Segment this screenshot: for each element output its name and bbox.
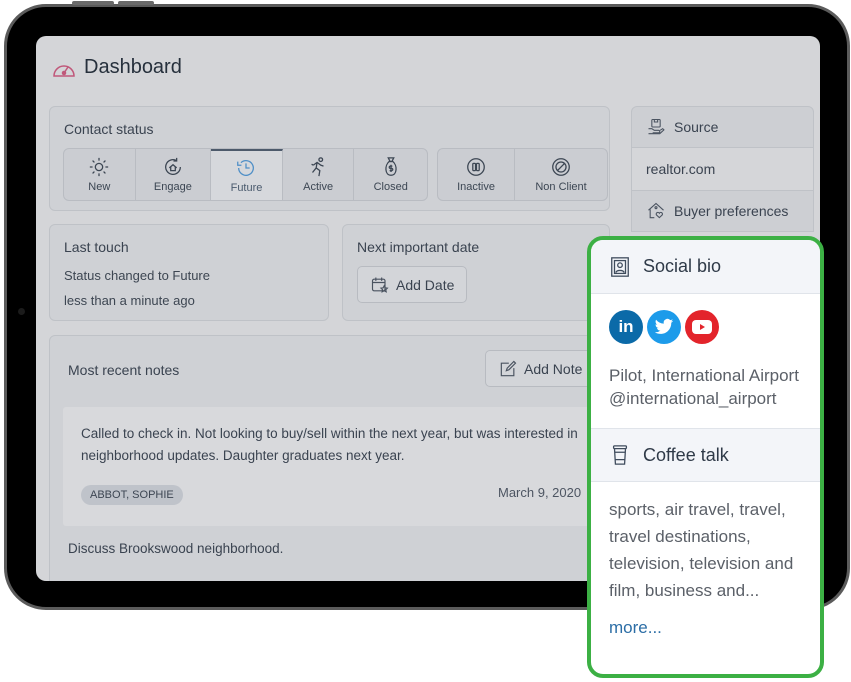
social-bio-label: Social bio	[643, 256, 722, 276]
status-closed-label: Closed	[373, 181, 408, 193]
status-group-primary: New Engage Future Active Closed	[63, 148, 428, 201]
buyer-preferences-header[interactable]: Buyer preferences	[631, 190, 814, 232]
last-touch-status: Status changed to Future	[64, 268, 210, 283]
social-bio-header[interactable]: Social bio	[591, 240, 820, 294]
twitter-icon[interactable]	[647, 310, 681, 344]
source-header[interactable]: Source	[631, 106, 814, 148]
status-active-label: Active	[303, 181, 334, 193]
last-touch-time: less than a minute ago	[64, 293, 195, 308]
next-date-label: Next important date	[357, 239, 480, 255]
calendar-star-icon	[371, 277, 389, 293]
coffee-talk-header[interactable]: Coffee talk	[591, 428, 820, 482]
pause-circle-icon	[467, 158, 485, 176]
status-future-label: Future	[230, 182, 263, 194]
coffee-talk-label: Coffee talk	[643, 444, 729, 465]
source-value: realtor.com	[631, 148, 814, 190]
social-bio-highlight-panel: Social bio in Pilot, International Airpo…	[587, 236, 824, 678]
profile-card-icon	[611, 256, 629, 277]
status-inactive-label: Inactive	[457, 181, 495, 193]
status-closed[interactable]: Closed	[354, 149, 427, 200]
power-button	[118, 1, 154, 5]
coffee-cup-icon	[612, 445, 628, 465]
coffee-talk-topics: sports, air travel, travel, travel desti…	[609, 500, 794, 600]
status-active[interactable]: Active	[283, 149, 355, 200]
status-inactive[interactable]: Inactive	[438, 149, 516, 200]
right-sidebar: Source realtor.com Buyer preferences	[631, 106, 814, 232]
page-header: Dashboard	[52, 56, 182, 79]
recent-notes-label: Most recent notes	[68, 362, 180, 378]
note-text: Called to check in. Not looking to buy/s…	[81, 426, 578, 463]
status-future[interactable]: Future	[211, 149, 283, 200]
contact-status-card: Contact status New Engage Future Active …	[49, 106, 610, 211]
recent-notes-card: Most recent notes Add Note Called to che…	[49, 335, 629, 581]
status-engage[interactable]: Engage	[136, 149, 212, 200]
camera	[18, 308, 25, 315]
add-date-label: Add Date	[396, 276, 455, 293]
speedometer-icon	[53, 64, 75, 77]
history-clock-icon	[237, 160, 255, 176]
bio-handle: @international_airport	[609, 389, 777, 408]
social-bio-text: Pilot, International Airport @internatio…	[591, 344, 820, 410]
house-cycle-icon	[164, 157, 181, 175]
status-group-secondary: Inactive Non Client	[437, 148, 608, 201]
status-non-client-label: Non Client	[535, 181, 587, 193]
note-item[interactable]: Discuss Brookswood neighborhood.	[68, 541, 283, 556]
status-new[interactable]: New	[64, 149, 136, 200]
hand-box-icon	[648, 118, 665, 135]
page-title: Dashboard	[84, 56, 182, 78]
add-note-label: Add Note	[524, 360, 583, 377]
contact-status-label: Contact status	[64, 121, 154, 137]
volume-button	[72, 1, 114, 5]
running-person-icon	[311, 157, 324, 177]
edit-note-icon	[500, 360, 517, 376]
next-date-card: Next important date Add Date	[342, 224, 610, 321]
note-date: March 9, 2020	[498, 485, 582, 500]
add-note-button[interactable]: Add Note	[485, 350, 596, 387]
bio-occupation: Pilot, International Airport	[609, 366, 799, 385]
status-non-client[interactable]: Non Client	[515, 149, 607, 200]
youtube-icon[interactable]	[685, 310, 719, 344]
prohibited-icon	[552, 158, 570, 176]
sun-icon	[90, 157, 109, 177]
last-touch-card: Last touch Status changed to Future less…	[49, 224, 329, 321]
money-bag-icon	[385, 157, 397, 176]
source-label: Source	[674, 119, 719, 135]
social-links: in	[591, 294, 820, 344]
status-new-label: New	[88, 181, 111, 193]
buyer-preferences-label: Buyer preferences	[674, 203, 789, 219]
status-engage-label: Engage	[153, 181, 192, 193]
add-date-button[interactable]: Add Date	[357, 266, 468, 303]
house-heart-icon	[648, 202, 664, 219]
linkedin-icon[interactable]: in	[609, 310, 643, 344]
more-link[interactable]: more...	[591, 604, 820, 638]
note-author-tag[interactable]: ABBOT, SOPHIE	[81, 485, 183, 505]
note-item[interactable]: Called to check in. Not looking to buy/s…	[63, 407, 623, 526]
last-touch-label: Last touch	[64, 239, 129, 255]
